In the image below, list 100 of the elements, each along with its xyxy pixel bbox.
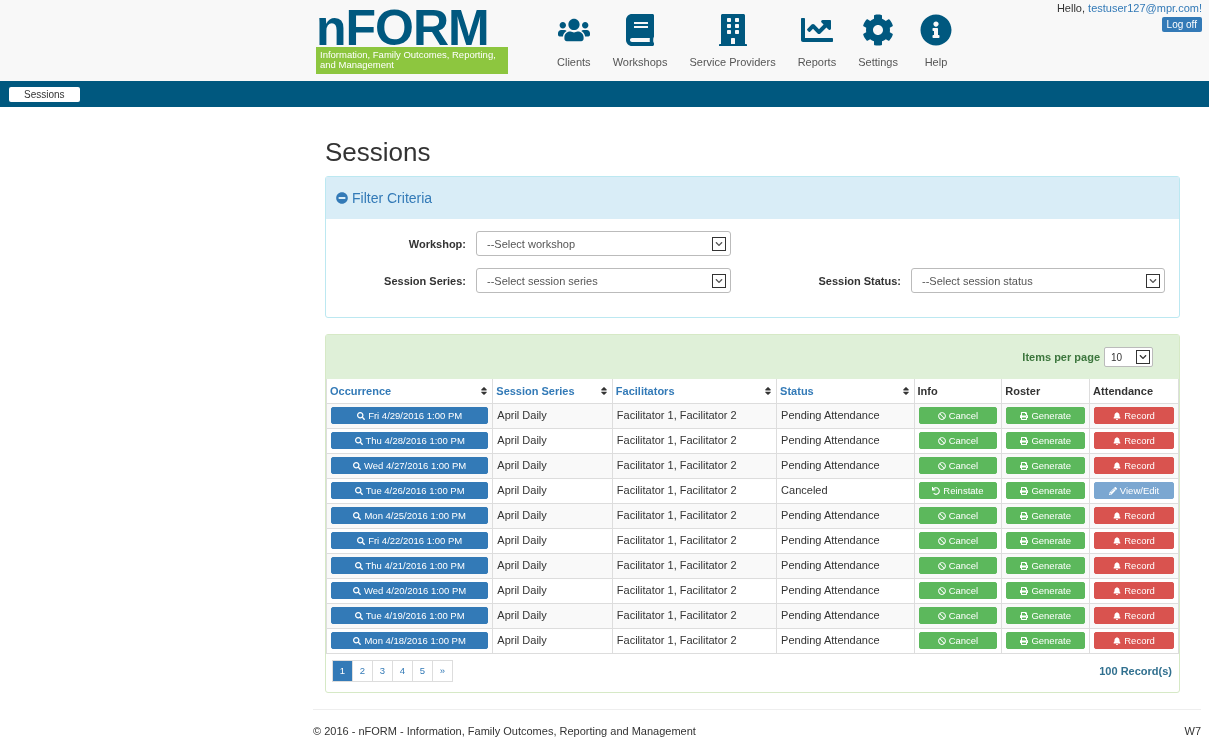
version-text: W7: [1184, 724, 1201, 737]
generate-button[interactable]: Generate: [1006, 507, 1086, 524]
dropdown-field[interactable]: --Select workshop: [476, 231, 731, 256]
info-button[interactable]: Cancel: [918, 557, 998, 574]
user-email-link[interactable]: testuser127@mpr.com!: [1088, 2, 1202, 14]
info-button[interactable]: Cancel: [918, 632, 998, 649]
info-button[interactable]: Cancel: [918, 607, 998, 624]
generate-button[interactable]: Generate: [1006, 557, 1086, 574]
attendance-button[interactable]: Record: [1094, 507, 1174, 524]
printer-icon: [1020, 436, 1029, 445]
sortable-column-header[interactable]: Session Series: [492, 379, 613, 403]
search-icon: [354, 486, 363, 495]
occurrence-button[interactable]: Thu 4/21/2016 1:00 PM: [331, 557, 489, 574]
table-cell: Pending Attendance: [776, 503, 915, 528]
generate-button[interactable]: Generate: [1006, 532, 1086, 549]
printer-icon: [1020, 561, 1029, 570]
info-button[interactable]: Cancel: [918, 507, 998, 524]
sort-icon[interactable]: [598, 385, 609, 396]
search-icon: [357, 536, 366, 545]
sortable-column-header[interactable]: Occurrence: [326, 379, 493, 403]
generate-button[interactable]: Generate: [1006, 407, 1086, 424]
sortable-column-header[interactable]: Facilitators: [612, 379, 777, 403]
generate-button[interactable]: Generate: [1006, 432, 1086, 449]
nav-link[interactable]: Reports: [786, 14, 848, 81]
bell-icon: [1113, 536, 1122, 545]
printer-icon: [1020, 411, 1029, 420]
nav-link[interactable]: Clients: [546, 14, 602, 81]
sortable-column-header[interactable]: Status: [776, 379, 915, 403]
dropdown-field[interactable]: --Select session status: [911, 268, 1165, 293]
page-link[interactable]: 5: [412, 659, 433, 682]
info-button[interactable]: Cancel: [918, 407, 998, 424]
printer-icon: [1020, 636, 1029, 645]
page-link[interactable]: 2: [352, 659, 373, 682]
printer-icon: [1020, 586, 1029, 595]
occurrence-button[interactable]: Tue 4/26/2016 1:00 PM: [331, 482, 489, 499]
filter-toggle[interactable]: Filter Criteria: [336, 190, 433, 206]
occurrence-button[interactable]: Thu 4/28/2016 1:00 PM: [331, 432, 489, 449]
table-cell: Pending Attendance: [776, 603, 915, 628]
bell-icon: [1113, 611, 1122, 620]
table-cell: Pending Attendance: [776, 578, 915, 603]
attendance-button[interactable]: Record: [1094, 582, 1174, 599]
column-header: Roster: [1001, 379, 1090, 403]
occurrence-button[interactable]: Tue 4/19/2016 1:00 PM: [331, 607, 489, 624]
occurrence-button[interactable]: Wed 4/27/2016 1:00 PM: [331, 457, 489, 474]
attendance-button[interactable]: Record: [1094, 457, 1174, 474]
occurrence-button[interactable]: Mon 4/18/2016 1:00 PM: [331, 632, 489, 649]
ban-icon: [937, 411, 946, 420]
ban-icon: [937, 611, 946, 620]
occurrence-button[interactable]: Mon 4/25/2016 1:00 PM: [331, 507, 489, 524]
search-icon: [354, 436, 363, 445]
sort-icon[interactable]: [900, 385, 911, 396]
generate-button[interactable]: Generate: [1006, 632, 1086, 649]
attendance-button[interactable]: Record: [1094, 407, 1174, 424]
ban-icon: [937, 436, 946, 445]
attendance-button[interactable]: Record: [1094, 557, 1174, 574]
attendance-button[interactable]: Record: [1094, 432, 1174, 449]
table-cell: Pending Attendance: [776, 553, 915, 578]
ban-icon: [937, 636, 946, 645]
breadcrumb-tab[interactable]: Sessions: [9, 86, 80, 102]
nav-link[interactable]: Help: [908, 14, 963, 81]
greeting-text: Hello, testuser127@mpr.com!: [1056, 2, 1202, 14]
table-cell: Canceled: [776, 478, 915, 503]
log-off-button[interactable]: Log off: [1161, 17, 1202, 32]
sort-icon[interactable]: [763, 385, 774, 396]
attendance-button[interactable]: View/Edit: [1094, 482, 1174, 499]
table-cell: Facilitator 1, Facilitator 2: [612, 478, 777, 503]
info-button[interactable]: Cancel: [918, 432, 998, 449]
page-link[interactable]: »: [432, 659, 453, 682]
logo-title: nFORM: [316, 9, 489, 47]
generate-button[interactable]: Generate: [1006, 482, 1086, 499]
items-per-page-select[interactable]: 10: [1104, 347, 1153, 367]
nav-link[interactable]: Workshops: [601, 14, 679, 81]
table-cell: April Daily: [492, 578, 613, 603]
info-button[interactable]: Reinstate: [918, 482, 998, 499]
occurrence-button[interactable]: Fri 4/22/2016 1:00 PM: [331, 532, 489, 549]
generate-button[interactable]: Generate: [1006, 607, 1086, 624]
page-link[interactable]: 4: [392, 659, 413, 682]
page-link[interactable]: 3: [372, 659, 393, 682]
sort-icon[interactable]: [479, 385, 490, 396]
dropdown-field[interactable]: --Select session series: [476, 268, 731, 293]
nav-link[interactable]: Service Providers: [678, 14, 787, 81]
record-count: 100 Record(s): [1099, 664, 1172, 677]
info-button[interactable]: Cancel: [918, 457, 998, 474]
field-label: Session Series:: [383, 274, 466, 287]
column-header: Info: [914, 379, 1002, 403]
page-link[interactable]: 1: [332, 659, 353, 682]
table-cell: April Daily: [492, 453, 613, 478]
attendance-button[interactable]: Record: [1094, 607, 1174, 624]
occurrence-button[interactable]: Fri 4/29/2016 1:00 PM: [331, 407, 489, 424]
attendance-button[interactable]: Record: [1094, 632, 1174, 649]
generate-button[interactable]: Generate: [1006, 457, 1086, 474]
bell-icon: [1113, 636, 1122, 645]
nav-link[interactable]: Settings: [847, 14, 909, 81]
info-button[interactable]: Cancel: [918, 582, 998, 599]
info-button[interactable]: Cancel: [918, 532, 998, 549]
occurrence-button[interactable]: Wed 4/20/2016 1:00 PM: [331, 582, 489, 599]
logo-subtitle: Information, Family Outcomes, Reporting, and Management: [316, 47, 508, 74]
generate-button[interactable]: Generate: [1006, 582, 1086, 599]
attendance-button[interactable]: Record: [1094, 532, 1174, 549]
table-cell: April Daily: [492, 628, 613, 653]
